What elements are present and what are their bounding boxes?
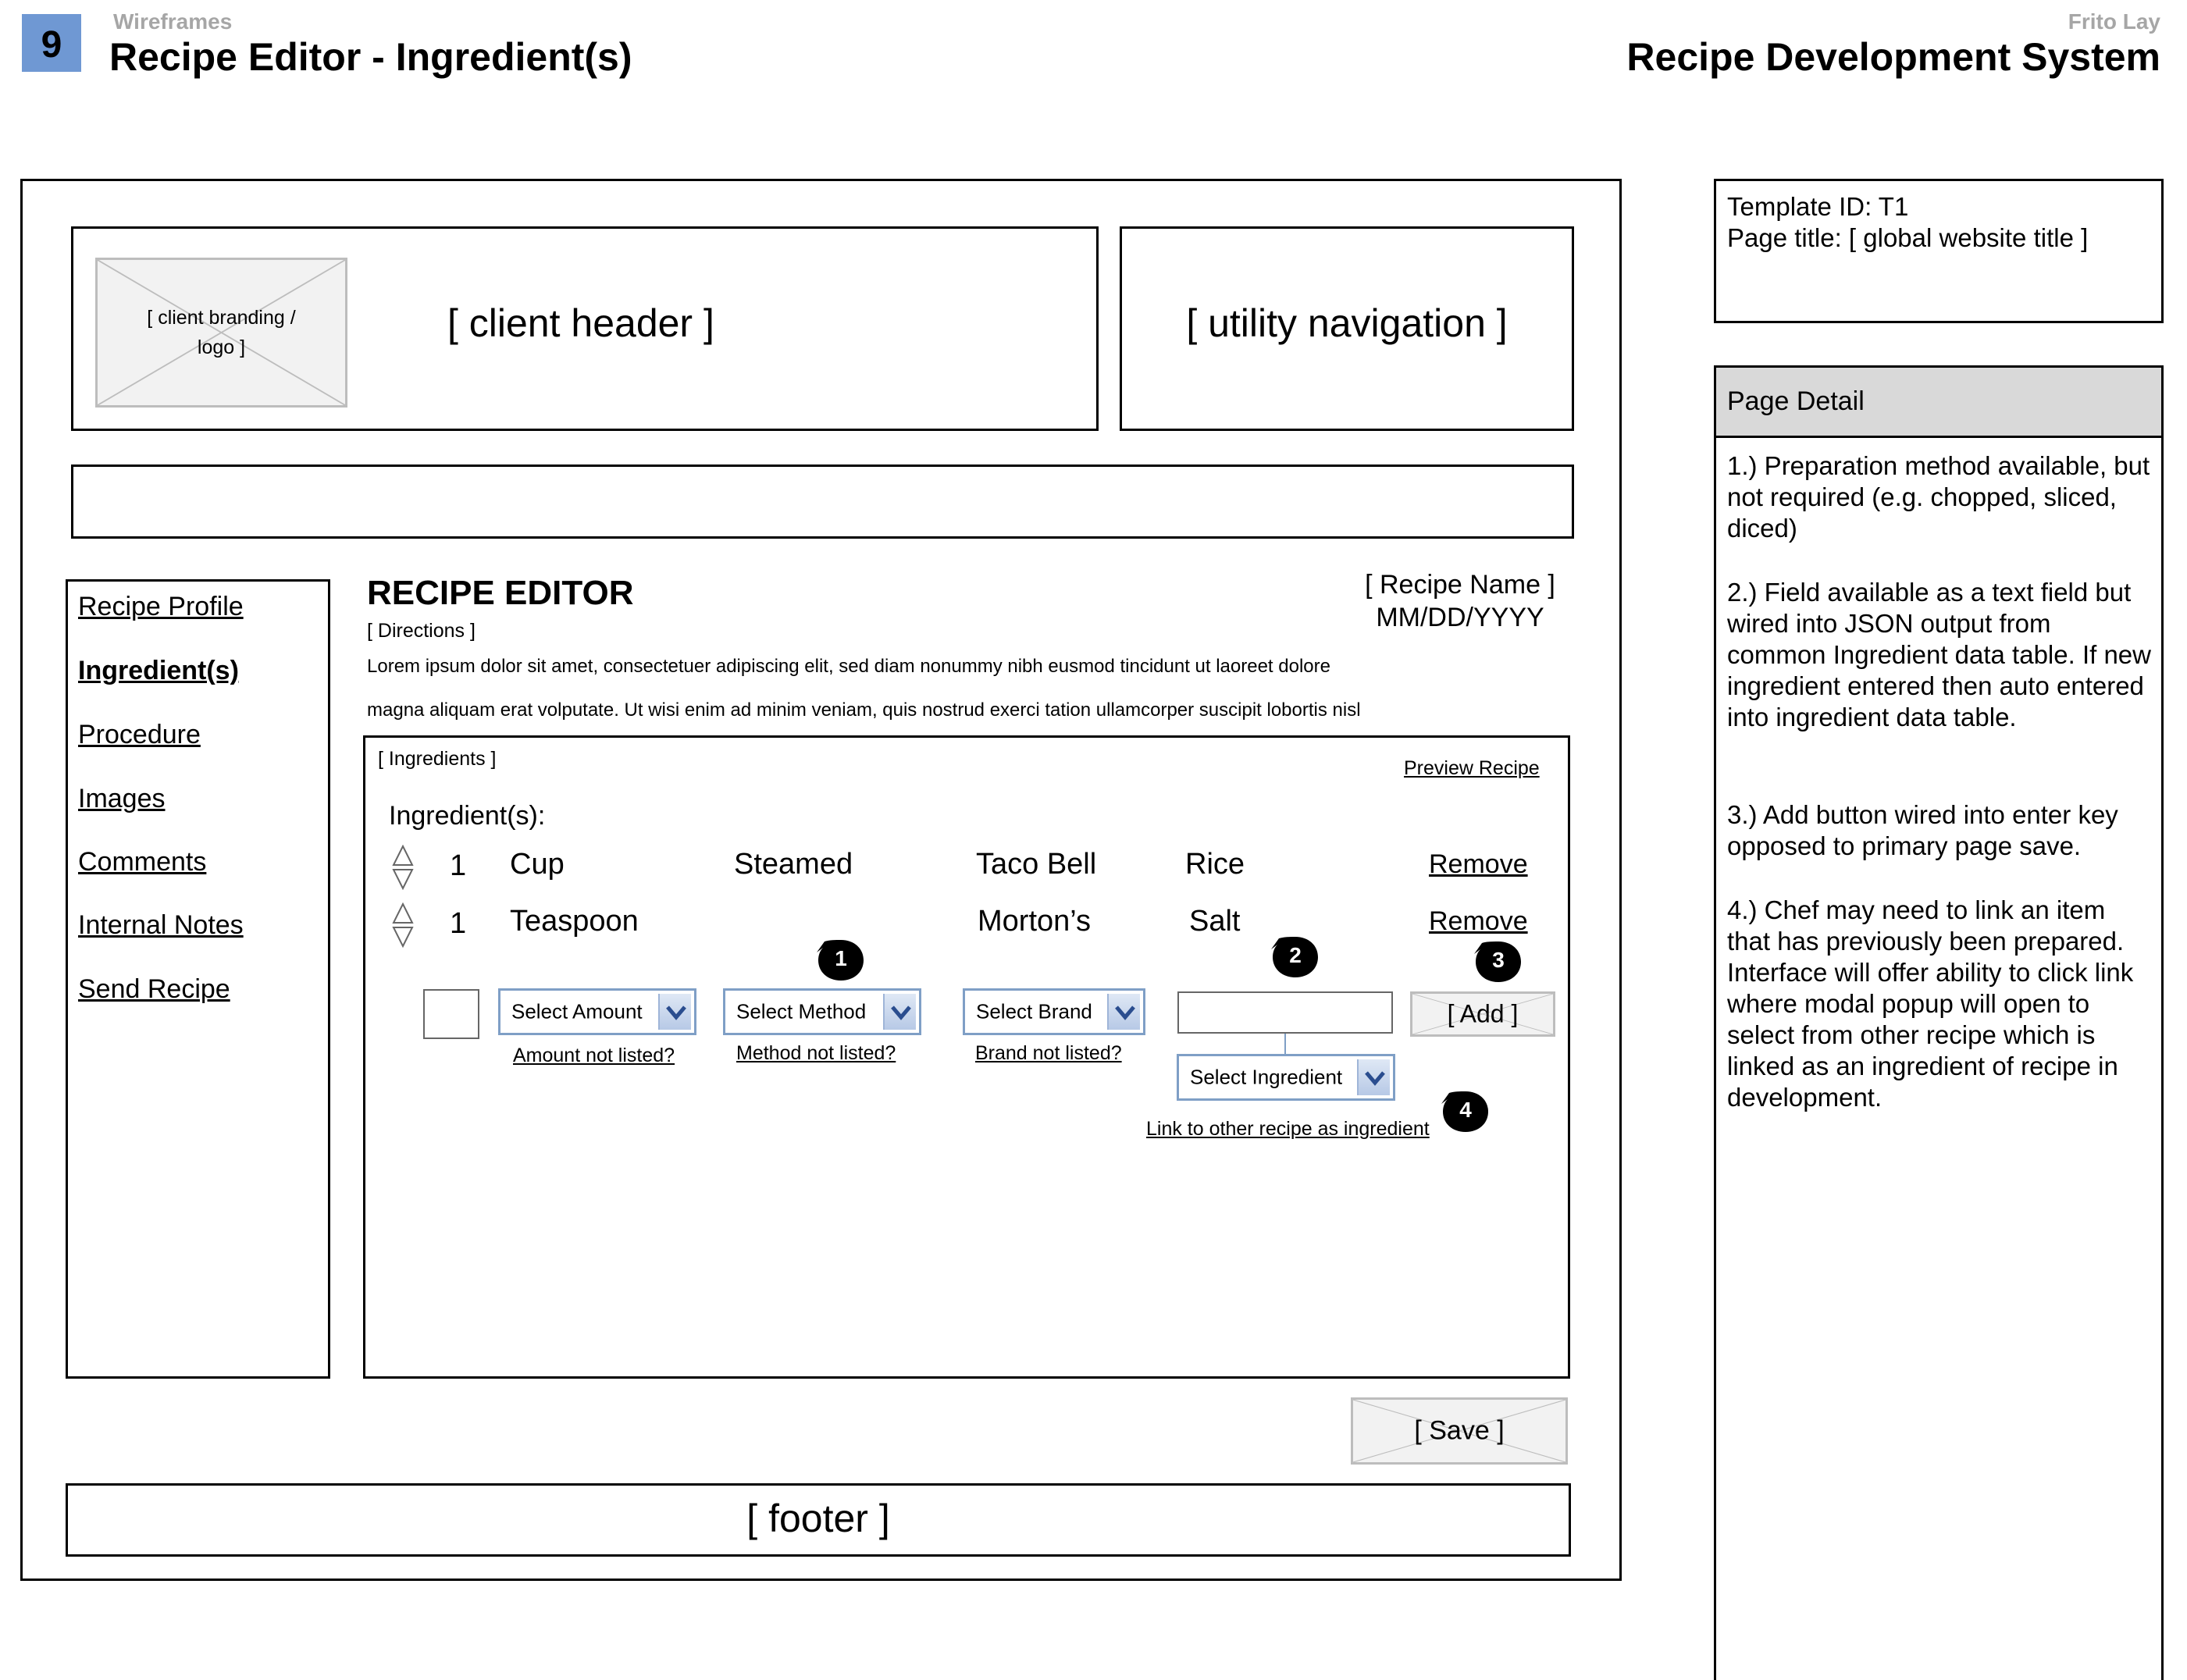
section-label: Wireframes — [113, 9, 233, 34]
reorder-arrows-icon[interactable] — [392, 844, 414, 891]
ingredient-brand: Taco Bell — [976, 848, 1097, 881]
directions-text-line2: magna aliquam erat volputate. Ut wisi en… — [367, 699, 1361, 721]
recipe-name: [ Recipe Name ] — [1365, 570, 1555, 600]
ingredient-unit: Cup — [510, 848, 565, 881]
amount-select[interactable]: Select Amount — [498, 988, 696, 1035]
ingredient-select[interactable]: Select Ingredient — [1177, 1054, 1395, 1101]
page-title-spec: Page title: [ global website title ] — [1727, 223, 2089, 252]
annotation-badge-2: 2 — [1271, 935, 1320, 979]
method-select[interactable]: Select Method — [723, 988, 921, 1035]
client-logo-label: [ client branding / logo ] — [147, 307, 296, 358]
link-recipe-as-ingredient[interactable]: Link to other recipe as ingredient — [1146, 1118, 1430, 1141]
annotation-badge-4: 4 — [1441, 1090, 1490, 1134]
ingredient-qty: 1 — [450, 907, 467, 940]
annotation-badge-3-number: 3 — [1492, 948, 1505, 972]
page-number: 9 — [41, 24, 62, 66]
ingredient-unit: Teaspoon — [510, 905, 639, 938]
ingredients-panel-label: [ Ingredients ] — [378, 748, 497, 770]
editor-heading: RECIPE EDITOR — [367, 574, 634, 612]
sidebar-item-procedure[interactable]: Procedure — [78, 720, 201, 750]
brand-not-listed-link[interactable]: Brand not listed? — [975, 1042, 1122, 1065]
template-id: Template ID: T1 — [1727, 192, 1909, 221]
annotation-badge-1: 1 — [817, 938, 865, 982]
page-detail-note-2: 2.) Field available as a text field but … — [1727, 578, 2151, 731]
save-button[interactable]: [ Save ] — [1351, 1397, 1568, 1465]
brand-select-label: Select Brand — [976, 999, 1092, 1023]
sidebar-item-send-recipe[interactable]: Send Recipe — [78, 974, 230, 1005]
page-detail-note-1: 1.) Preparation method available, but no… — [1727, 451, 2150, 543]
client-header-label: [ client header ] — [447, 301, 714, 345]
annotation-badge-3: 3 — [1474, 940, 1523, 984]
save-button-label: [ Save ] — [1414, 1415, 1505, 1446]
remove-link[interactable]: Remove — [1429, 906, 1528, 937]
sidebar-item-images[interactable]: Images — [78, 784, 166, 814]
page-detail-header: Page Detail — [1716, 368, 2161, 438]
qty-input[interactable] — [423, 989, 479, 1039]
footer-label: [ footer ] — [746, 1497, 890, 1540]
system-title: Recipe Development System — [1626, 35, 2160, 79]
sidebar-item-ingredients[interactable]: Ingredient(s) — [78, 656, 239, 686]
directions-text-line1: Lorem ipsum dolor sit amet, consectetuer… — [367, 656, 1330, 677]
connector-line — [1284, 1034, 1286, 1054]
directions-label: [ Directions ] — [367, 620, 476, 642]
utility-navigation-label: [ utility navigation ] — [1186, 301, 1508, 345]
page-detail-note-3: 3.) Add button wired into enter key oppo… — [1727, 800, 2118, 860]
brand-select[interactable]: Select Brand — [963, 988, 1145, 1035]
ingredient-text-input[interactable] — [1177, 991, 1393, 1034]
sidebar-item-recipe-profile[interactable]: Recipe Profile — [78, 592, 244, 622]
page-title: Recipe Editor - Ingredient(s) — [109, 35, 632, 79]
annotation-badge-4-number: 4 — [1459, 1098, 1472, 1122]
ingredient-name: Rice — [1185, 848, 1245, 881]
sidebar-item-internal-notes[interactable]: Internal Notes — [78, 910, 244, 941]
ingredient-qty: 1 — [450, 849, 467, 882]
chevron-down-icon[interactable] — [1107, 994, 1140, 1030]
sidebar-item-comments[interactable]: Comments — [78, 847, 206, 877]
page-detail-heading: Page Detail — [1727, 386, 1865, 416]
amount-not-listed-link[interactable]: Amount not listed? — [513, 1045, 675, 1067]
recipe-date: MM/DD/YYYY — [1376, 603, 1544, 632]
ingredient-list-heading: Ingredient(s): — [389, 801, 546, 831]
method-not-listed-link[interactable]: Method not listed? — [736, 1042, 896, 1065]
add-button-label: [ Add ] — [1447, 999, 1519, 1028]
client-label: Frito Lay — [2068, 9, 2160, 34]
global-nav-bar — [71, 464, 1574, 539]
ingredient-method: Steamed — [734, 848, 853, 881]
chevron-down-icon[interactable] — [1357, 1059, 1390, 1095]
page-number-badge: 9 — [22, 14, 81, 72]
annotation-badge-2-number: 2 — [1289, 943, 1302, 967]
page-detail-note-4: 4.) Chef may need to link an item that h… — [1727, 895, 2134, 1112]
chevron-down-icon[interactable] — [883, 994, 916, 1030]
client-logo-placeholder: [ client branding / logo ] — [95, 258, 347, 408]
ingredient-select-label: Select Ingredient — [1190, 1065, 1343, 1089]
annotation-badge-1-number: 1 — [835, 946, 847, 970]
ingredient-name: Salt — [1189, 905, 1241, 938]
reorder-arrows-icon[interactable] — [392, 902, 414, 949]
chevron-down-icon[interactable] — [658, 994, 691, 1030]
add-button[interactable]: [ Add ] — [1410, 991, 1555, 1037]
method-select-label: Select Method — [736, 999, 867, 1023]
amount-select-label: Select Amount — [511, 999, 643, 1023]
remove-link[interactable]: Remove — [1429, 849, 1528, 880]
preview-recipe-link[interactable]: Preview Recipe — [1404, 757, 1540, 780]
ingredient-brand: Morton’s — [978, 905, 1092, 938]
